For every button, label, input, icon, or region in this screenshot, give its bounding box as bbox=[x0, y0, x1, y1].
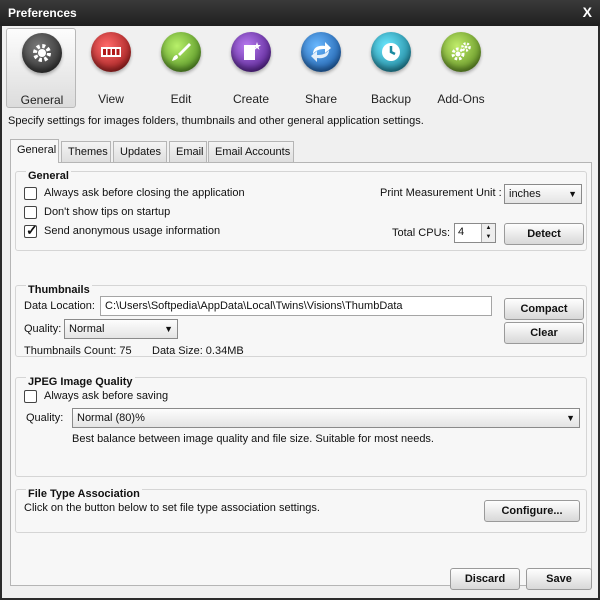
general-group: General Always ask before closing the ap… bbox=[15, 170, 587, 251]
usage-option[interactable]: ✓ Send anonymous usage information bbox=[24, 222, 254, 241]
data-size: Data Size: 0.34MB bbox=[152, 345, 244, 357]
page-description: Specify settings for images folders, thu… bbox=[8, 115, 424, 127]
window-client: General View Edit Create Share Backup Ad… bbox=[2, 26, 598, 598]
tab-general[interactable]: General bbox=[10, 139, 59, 163]
tab-themes[interactable]: Themes bbox=[61, 141, 111, 162]
toolbar-backup-button[interactable]: Backup bbox=[356, 28, 426, 108]
thumbnails-group: Thumbnails Data Location: C:\Users\Softp… bbox=[15, 284, 587, 357]
save-button[interactable]: Save bbox=[526, 568, 592, 590]
toolbar-addons-label: Add-Ons bbox=[437, 92, 485, 106]
toolbar-edit-label: Edit bbox=[170, 92, 192, 106]
general-group-title: General bbox=[26, 170, 71, 182]
no-tips-checkbox[interactable] bbox=[24, 206, 37, 219]
ask-close-option[interactable]: Always ask before closing the applicatio… bbox=[24, 187, 284, 203]
cpus-label: Total CPUs: bbox=[392, 227, 451, 239]
ask-close-label: Always ask before closing the applicatio… bbox=[44, 187, 245, 199]
category-toolbar: General View Edit Create Share Backup Ad… bbox=[2, 26, 598, 110]
toolbar-view-label: View bbox=[98, 92, 124, 106]
data-location-label: Data Location: bbox=[24, 300, 95, 312]
title-bar: Preferences X bbox=[0, 0, 600, 26]
no-tips-option[interactable]: Don't show tips on startup bbox=[24, 206, 224, 222]
film-icon bbox=[91, 32, 131, 72]
compact-button[interactable]: Compact bbox=[504, 298, 584, 320]
chevron-down-icon: ▼ bbox=[566, 413, 575, 423]
jpeg-quality-hint: Best balance between image quality and f… bbox=[72, 433, 434, 445]
thumb-quality-value: Normal bbox=[69, 323, 105, 335]
toolbar-share-button[interactable]: Share bbox=[286, 28, 356, 108]
chevron-down-icon: ▼ bbox=[568, 189, 577, 199]
cpus-value: 4 bbox=[458, 226, 465, 238]
check-icon: ✓ bbox=[26, 222, 38, 238]
detect-button[interactable]: Detect bbox=[504, 223, 584, 245]
file-type-group: File Type Association Click on the butto… bbox=[15, 488, 587, 533]
print-unit-label: Print Measurement Unit : bbox=[380, 187, 502, 199]
ask-close-checkbox[interactable] bbox=[24, 187, 37, 200]
general-tab-panel: General Always ask before closing the ap… bbox=[10, 162, 592, 586]
gear-icon bbox=[22, 33, 62, 73]
print-unit-select[interactable]: inches ▼ bbox=[504, 184, 582, 204]
close-icon[interactable]: X bbox=[583, 4, 592, 20]
file-type-text: Click on the button below to set file ty… bbox=[24, 502, 320, 514]
tab-email[interactable]: Email bbox=[169, 141, 207, 162]
spin-down-icon[interactable]: ▼ bbox=[481, 233, 495, 242]
brush-icon bbox=[161, 32, 201, 72]
window-title: Preferences bbox=[8, 6, 77, 20]
configure-button[interactable]: Configure... bbox=[484, 500, 580, 522]
clock-icon bbox=[371, 32, 411, 72]
tab-email-accounts[interactable]: Email Accounts bbox=[208, 141, 294, 162]
share-arrows-icon bbox=[301, 32, 341, 72]
jpeg-quality-group: JPEG Image Quality Always ask before sav… bbox=[15, 376, 587, 477]
toolbar-backup-label: Backup bbox=[370, 92, 412, 106]
toolbar-general-button[interactable]: General bbox=[6, 28, 76, 108]
thumbnails-group-title: Thumbnails bbox=[26, 284, 92, 296]
preferences-window: Preferences X General View Edit Create S… bbox=[0, 0, 600, 600]
thumb-quality-select[interactable]: Normal ▼ bbox=[64, 319, 178, 339]
toolbar-create-label: Create bbox=[232, 92, 270, 106]
tab-updates[interactable]: Updates bbox=[113, 141, 167, 162]
toolbar-share-label: Share bbox=[304, 92, 338, 106]
cpus-stepper[interactable]: 4 ▲ ▼ bbox=[454, 223, 496, 243]
no-tips-label: Don't show tips on startup bbox=[44, 206, 171, 218]
clear-button[interactable]: Clear bbox=[504, 322, 584, 344]
new-document-icon bbox=[231, 32, 271, 72]
ask-save-checkbox[interactable] bbox=[24, 390, 37, 403]
jpeg-quality-select[interactable]: Normal (80)% ▼ bbox=[72, 408, 580, 428]
toolbar-view-button[interactable]: View bbox=[76, 28, 146, 108]
discard-button[interactable]: Discard bbox=[450, 568, 520, 590]
thumbnails-count: Thumbnails Count: 75 bbox=[24, 345, 132, 357]
gears-icon bbox=[441, 32, 481, 72]
usage-label: Send anonymous usage information bbox=[44, 225, 221, 237]
jpeg-quality-label: Quality: bbox=[26, 412, 64, 424]
usage-checkbox[interactable]: ✓ bbox=[24, 222, 38, 238]
jpeg-quality-value: Normal (80)% bbox=[77, 412, 145, 424]
jpeg-group-title: JPEG Image Quality bbox=[26, 376, 135, 388]
toolbar-create-button[interactable]: Create bbox=[216, 28, 286, 108]
chevron-down-icon: ▼ bbox=[164, 324, 173, 334]
ask-save-option[interactable]: Always ask before saving bbox=[24, 390, 224, 406]
data-location-field[interactable]: C:\Users\Softpedia\AppData\Local\Twins\V… bbox=[100, 296, 492, 316]
print-unit-value: inches bbox=[509, 188, 541, 200]
file-type-group-title: File Type Association bbox=[26, 488, 142, 500]
toolbar-general-label: General bbox=[20, 93, 64, 107]
thumb-quality-label: Quality: bbox=[24, 323, 62, 335]
toolbar-addons-button[interactable]: Add-Ons bbox=[426, 28, 496, 108]
toolbar-edit-button[interactable]: Edit bbox=[146, 28, 216, 108]
ask-save-label: Always ask before saving bbox=[44, 390, 169, 402]
